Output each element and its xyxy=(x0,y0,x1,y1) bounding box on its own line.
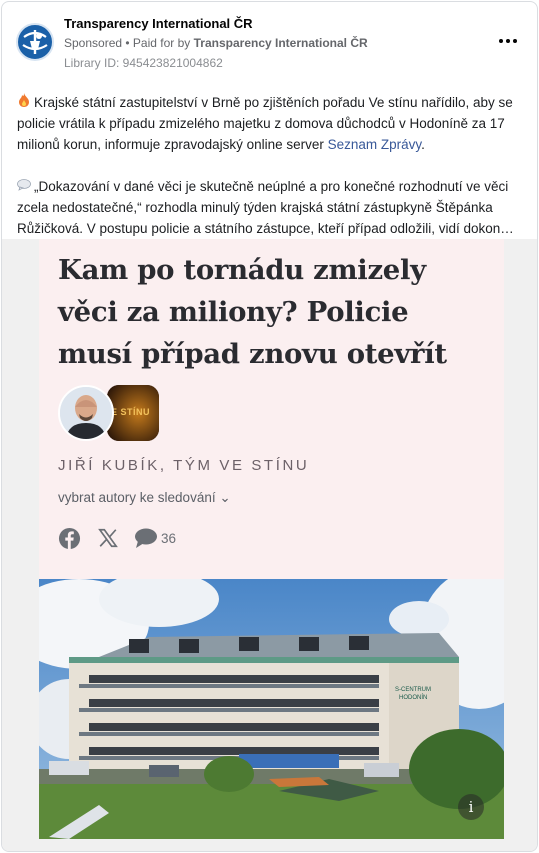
share-row: 36 xyxy=(58,527,238,551)
show-logo-text: E STÍNU xyxy=(111,407,151,417)
damaged-building-photo: S-CENTRUM HODONÍN xyxy=(39,579,504,839)
article-authors[interactable]: JIŘÍ KUBÍK, TÝM VE STÍNU xyxy=(58,457,309,474)
paid-for-prefix: Paid for by xyxy=(132,36,194,50)
svg-text:HODONÍN: HODONÍN xyxy=(399,694,427,701)
info-button[interactable]: i xyxy=(458,794,484,820)
comment-icon[interactable] xyxy=(134,527,158,554)
x-share-icon[interactable] xyxy=(97,527,119,554)
seznam-zpravy-link[interactable]: Seznam Zprávy xyxy=(328,137,422,152)
article-headline: Kam po tornádu zmizely věci za miliony? … xyxy=(58,254,447,370)
page-name-link[interactable]: Transparency International ČR xyxy=(64,16,253,31)
article-photo[interactable]: S-CENTRUM HODONÍN xyxy=(39,579,504,839)
ellipsis-icon xyxy=(499,39,517,43)
ti-globe-logo-icon xyxy=(20,27,50,57)
follow-authors-link[interactable]: vybrat autory ke sledování ⌄ xyxy=(58,490,231,506)
page-avatar[interactable] xyxy=(16,23,54,61)
author-portrait xyxy=(60,387,112,439)
ad-post-card: Transparency International ČR Sponsored … xyxy=(1,1,538,852)
sponsored-label: Sponsored xyxy=(64,36,123,50)
separator-dot: • xyxy=(122,36,133,50)
post-paragraph-1: Krajské státní zastupitelství v Brně po … xyxy=(17,92,527,155)
facebook-share-icon[interactable] xyxy=(58,527,81,555)
library-id: Library ID: 945423821004862 xyxy=(64,56,223,70)
flame-icon xyxy=(17,92,31,113)
paragraph-1-end: . xyxy=(421,137,425,152)
sponsored-line: Sponsored • Paid for by Transparency Int… xyxy=(64,36,368,50)
post-body-text: Krajské státní zastupitelství v Brně po … xyxy=(17,92,527,260)
more-options-button[interactable] xyxy=(494,32,522,52)
paragraph-1-text: Krajské státní zastupitelství v Brně po … xyxy=(17,95,513,152)
paid-for-name[interactable]: Transparency International ČR xyxy=(194,36,368,50)
ad-media-area[interactable]: Kam po tornádu zmizely věci za miliony? … xyxy=(2,239,537,851)
show-logo: E STÍNU xyxy=(107,385,159,441)
post-header: Transparency International ČR Sponsored … xyxy=(2,2,537,76)
building-sign-text: S-CENTRUM xyxy=(395,687,431,693)
speech-bubble-icon xyxy=(17,176,31,197)
author-avatar[interactable] xyxy=(58,385,114,441)
paragraph-2-text: „Dokazování v dané věci je skutečně neúp… xyxy=(17,179,514,236)
comment-count[interactable]: 36 xyxy=(161,531,176,546)
post-paragraph-2: „Dokazování v dané věci je skutečně neúp… xyxy=(17,176,527,239)
article-preview[interactable]: Kam po tornádu zmizely věci za miliony? … xyxy=(39,239,504,579)
